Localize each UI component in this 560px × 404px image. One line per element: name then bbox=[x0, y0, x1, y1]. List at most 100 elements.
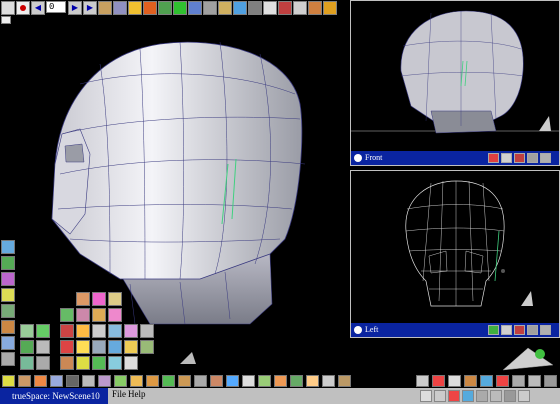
snap-icon[interactable] bbox=[162, 375, 175, 387]
viewport-menu-icon[interactable] bbox=[354, 326, 362, 334]
primitive-grid-icon[interactable] bbox=[20, 324, 34, 338]
left-render-button[interactable] bbox=[501, 325, 512, 335]
hierarchy-icon[interactable] bbox=[178, 375, 191, 387]
view-top-icon[interactable] bbox=[432, 375, 445, 387]
menu-help[interactable]: Help bbox=[128, 389, 146, 399]
palette-tool-6-icon[interactable] bbox=[1, 320, 15, 334]
grid-icon[interactable] bbox=[263, 1, 277, 15]
viewport-menu-icon[interactable] bbox=[354, 154, 362, 162]
status-tool-5-icon[interactable] bbox=[476, 390, 488, 402]
checker-icon[interactable] bbox=[242, 375, 255, 387]
bones-icon[interactable] bbox=[173, 1, 187, 15]
glue-icon[interactable] bbox=[130, 375, 143, 387]
primitive-array-icon[interactable] bbox=[60, 356, 74, 370]
forward-button[interactable]: ▶ bbox=[83, 1, 97, 15]
front-viewport[interactable]: Front bbox=[350, 0, 560, 166]
rewind-button[interactable]: ◀ bbox=[31, 1, 45, 15]
primitive-uv-icon[interactable] bbox=[108, 340, 122, 354]
palette-tool-2-icon[interactable] bbox=[1, 256, 15, 270]
head-model-left-wireframe[interactable] bbox=[351, 171, 559, 323]
navigation-widget[interactable] bbox=[498, 340, 558, 372]
palette-tool-8-icon[interactable] bbox=[1, 352, 15, 366]
status-tool-7-icon[interactable] bbox=[504, 390, 516, 402]
front-zoom-button[interactable] bbox=[540, 153, 551, 163]
axis-gizmo-icon[interactable] bbox=[180, 352, 196, 364]
primitive-lathe-icon[interactable] bbox=[76, 324, 90, 338]
material-icon[interactable] bbox=[218, 1, 232, 15]
unglue-icon[interactable] bbox=[146, 375, 159, 387]
front-pan-button[interactable] bbox=[527, 153, 538, 163]
primitive-text-icon[interactable] bbox=[108, 308, 122, 322]
primitive-smooth-icon[interactable] bbox=[76, 340, 90, 354]
status-tool-8-icon[interactable] bbox=[518, 390, 530, 402]
sequence-icon[interactable] bbox=[143, 1, 157, 15]
palette-tool-7-icon[interactable] bbox=[1, 336, 15, 350]
undo-icon[interactable] bbox=[278, 1, 292, 15]
background-icon[interactable] bbox=[290, 375, 303, 387]
key-button[interactable] bbox=[98, 1, 112, 15]
view-rotate-icon[interactable] bbox=[544, 375, 557, 387]
render-scene-icon[interactable] bbox=[226, 375, 239, 387]
left-axis-gizmo-icon[interactable] bbox=[521, 291, 533, 306]
primitive-torus-icon[interactable] bbox=[92, 292, 106, 306]
primitive-metaball-icon[interactable] bbox=[20, 340, 34, 354]
status-tool-1-icon[interactable] bbox=[420, 390, 432, 402]
material-editor-icon[interactable] bbox=[210, 375, 223, 387]
primitive-align-icon[interactable] bbox=[76, 356, 90, 370]
primitive-boolean-icon[interactable] bbox=[60, 340, 74, 354]
left-pan-button[interactable] bbox=[527, 325, 538, 335]
animate-icon[interactable] bbox=[113, 1, 127, 15]
fog-icon[interactable] bbox=[274, 375, 287, 387]
primitive-deform-icon[interactable] bbox=[36, 340, 50, 354]
primitive-paint-icon[interactable] bbox=[92, 340, 106, 354]
primitive-edit-icon[interactable] bbox=[108, 356, 122, 370]
left-view-button[interactable] bbox=[488, 325, 499, 335]
view-light-icon[interactable] bbox=[480, 375, 493, 387]
primitive-extrude-icon[interactable] bbox=[108, 324, 122, 338]
primitive-mirror-icon[interactable] bbox=[36, 356, 50, 370]
record-button[interactable] bbox=[16, 1, 30, 15]
scale-icon[interactable] bbox=[50, 375, 63, 387]
primitive-link-icon[interactable] bbox=[20, 356, 34, 370]
front-render-button[interactable] bbox=[514, 153, 525, 163]
front-axis-gizmo-icon[interactable] bbox=[539, 116, 551, 131]
primitive-scatter-icon[interactable] bbox=[92, 356, 106, 370]
avatar-icon[interactable] bbox=[306, 375, 319, 387]
redo-icon[interactable] bbox=[293, 1, 307, 15]
status-tool-6-icon[interactable] bbox=[490, 390, 502, 402]
primitive-cylinder-icon[interactable] bbox=[76, 308, 90, 322]
view-front-icon[interactable] bbox=[416, 375, 429, 387]
scene-icon[interactable] bbox=[323, 1, 337, 15]
primitive-bevel-icon[interactable] bbox=[124, 324, 138, 338]
view-render-icon[interactable] bbox=[496, 375, 509, 387]
primitive-cone-icon[interactable] bbox=[108, 292, 122, 306]
view-perspective-icon[interactable] bbox=[448, 375, 461, 387]
navigate-icon[interactable] bbox=[114, 375, 127, 387]
view-pan-icon[interactable] bbox=[528, 375, 541, 387]
primitive-sweep-icon[interactable] bbox=[92, 324, 106, 338]
front-view-button[interactable] bbox=[501, 153, 512, 163]
path-icon[interactable] bbox=[128, 1, 142, 15]
left-zoom-button[interactable] bbox=[540, 325, 551, 335]
move-icon[interactable] bbox=[18, 375, 31, 387]
palette-tool-4-icon[interactable] bbox=[1, 288, 15, 302]
status-tool-4-icon[interactable] bbox=[462, 390, 474, 402]
front-close-button[interactable] bbox=[488, 153, 499, 163]
primitive-group-icon[interactable] bbox=[140, 340, 154, 354]
small-tool-icon[interactable] bbox=[1, 16, 11, 24]
status-tool-2-icon[interactable] bbox=[434, 390, 446, 402]
view-zoom-icon[interactable] bbox=[512, 375, 525, 387]
display-icon[interactable] bbox=[248, 1, 262, 15]
primitive-light-icon[interactable] bbox=[60, 324, 74, 338]
palette-tool-5-icon[interactable] bbox=[1, 304, 15, 318]
palette-tool-3-icon[interactable] bbox=[1, 272, 15, 286]
scene-settings-icon[interactable] bbox=[322, 375, 335, 387]
misc-tool-icon[interactable] bbox=[338, 375, 351, 387]
point-edit-icon[interactable] bbox=[82, 375, 95, 387]
render-icon[interactable] bbox=[233, 1, 247, 15]
light-icon[interactable] bbox=[203, 1, 217, 15]
left-close-button[interactable] bbox=[514, 325, 525, 335]
menu-file[interactable]: File bbox=[112, 389, 126, 399]
status-tool-3-icon[interactable] bbox=[448, 390, 460, 402]
play-mode-icon[interactable] bbox=[1, 1, 15, 15]
